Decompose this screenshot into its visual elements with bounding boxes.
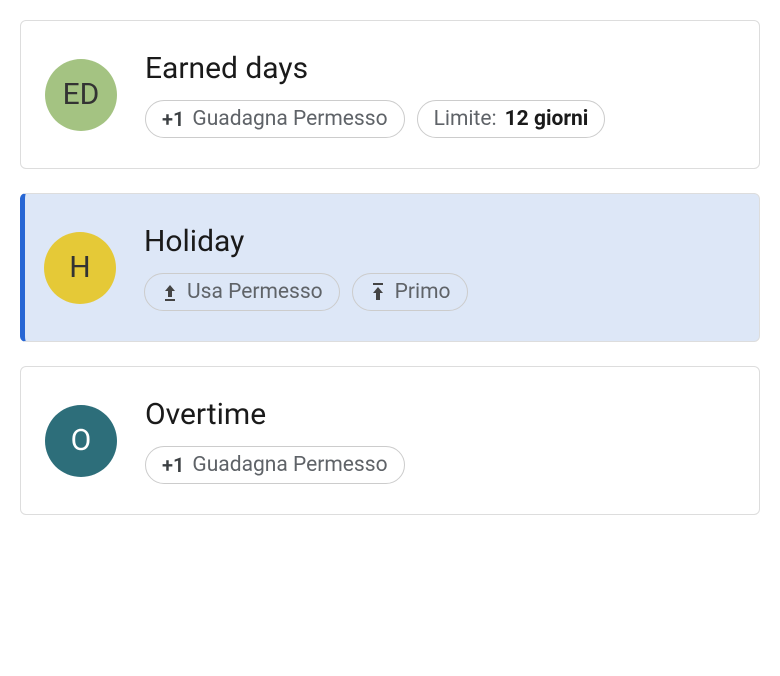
leave-type-card[interactable]: H Holiday Usa Permesso Primo	[20, 193, 760, 342]
plus-one-icon: +1	[162, 453, 184, 477]
chip-limit-prefix: Limite:	[434, 107, 497, 131]
avatar: O	[45, 405, 117, 477]
chips-row: Usa Permesso Primo	[144, 273, 735, 311]
plus-one-icon: +1	[162, 107, 184, 131]
chip-arrow-top: Primo	[352, 273, 468, 311]
arrow-up-bar-icon	[161, 280, 179, 304]
card-title: Earned days	[145, 51, 735, 86]
chip-label: Usa Permesso	[187, 280, 323, 304]
card-content: Earned days +1 Guadagna Permesso Limite: 12 …	[145, 51, 735, 138]
chips-row: +1 Guadagna Permesso	[145, 446, 735, 484]
chip-label: Guadagna Permesso	[192, 453, 387, 477]
chip-limit-value: 12 giorni	[505, 107, 589, 131]
card-content: Holiday Usa Permesso Primo	[144, 224, 735, 311]
card-title: Holiday	[144, 224, 735, 259]
leave-type-card[interactable]: ED Earned days +1 Guadagna Permesso Limite: 1…	[20, 20, 760, 169]
chip-limit: Limite: 12 giorni	[417, 100, 606, 138]
chip-label: Guadagna Permesso	[192, 107, 387, 131]
chip-plus: +1 Guadagna Permesso	[145, 446, 405, 484]
arrow-up-top-icon	[369, 280, 387, 304]
card-title: Overtime	[145, 397, 735, 432]
chip-arrow-bar: Usa Permesso	[144, 273, 340, 311]
chips-row: +1 Guadagna Permesso Limite: 12 giorni	[145, 100, 735, 138]
leave-type-card[interactable]: O Overtime +1 Guadagna Permesso	[20, 366, 760, 515]
avatar: ED	[45, 59, 117, 131]
chip-plus: +1 Guadagna Permesso	[145, 100, 405, 138]
card-content: Overtime +1 Guadagna Permesso	[145, 397, 735, 484]
chip-label: Primo	[395, 280, 451, 304]
avatar: H	[44, 232, 116, 304]
